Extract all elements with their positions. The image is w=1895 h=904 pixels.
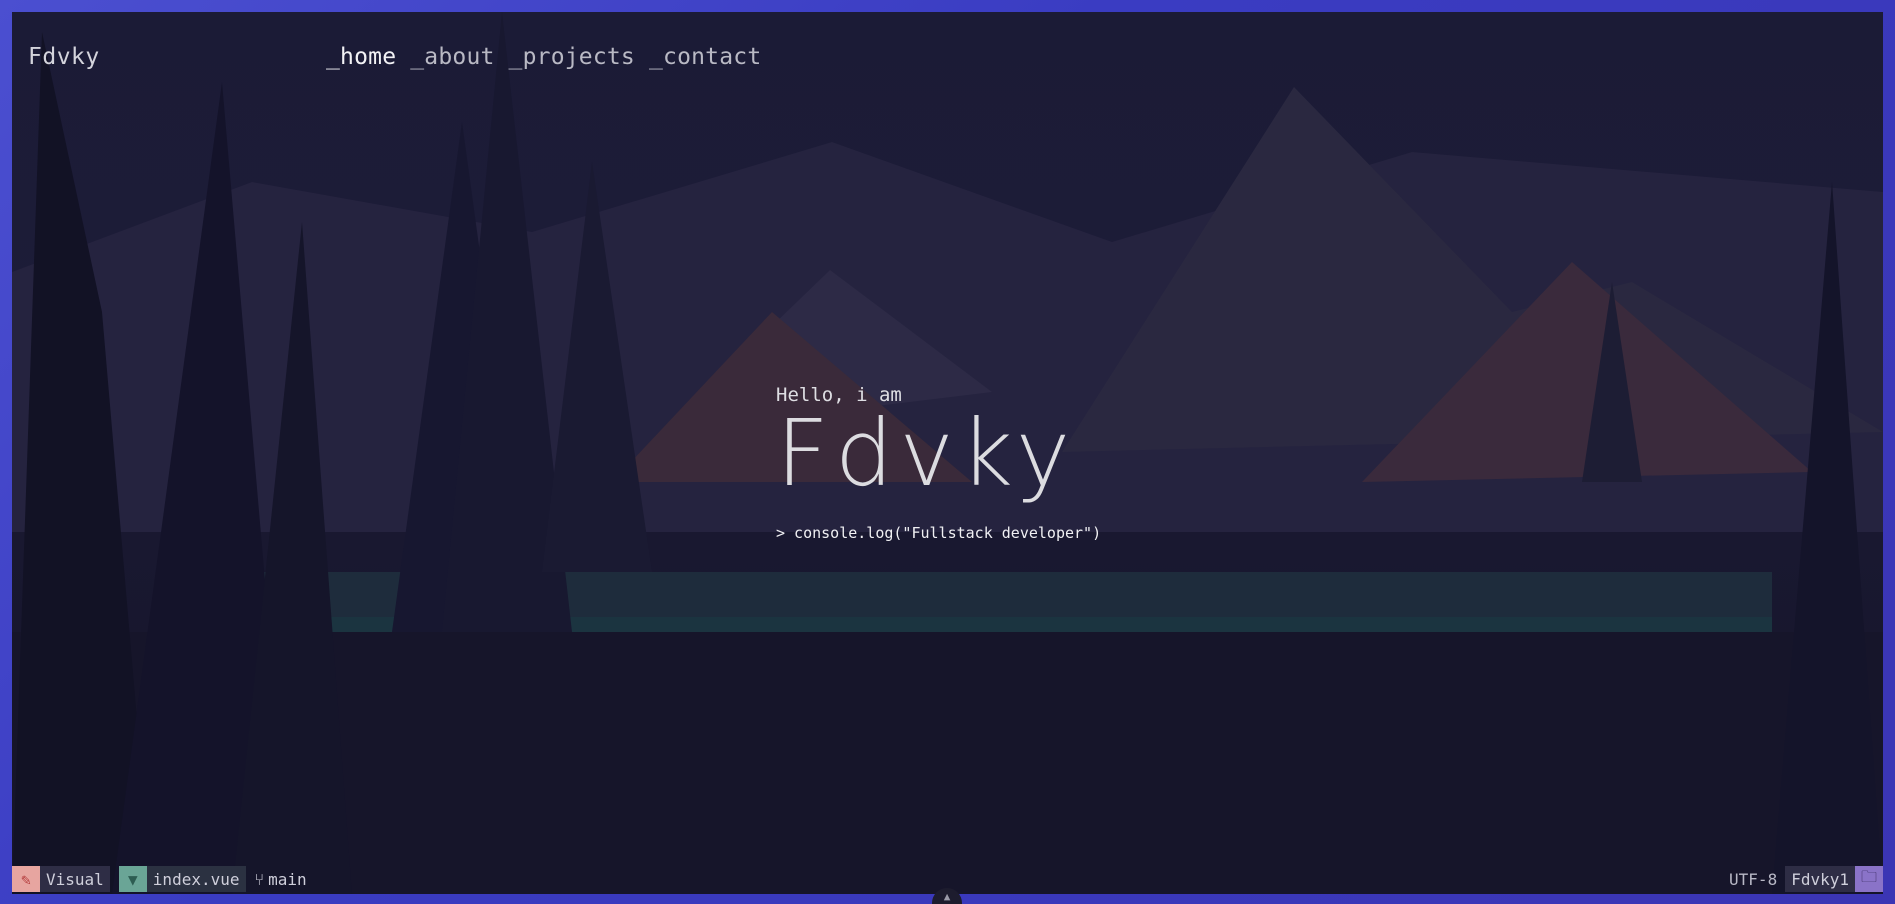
nav-item-contact[interactable]: _contact: [649, 44, 761, 70]
file-indicator[interactable]: ▼ index.vue: [118, 866, 246, 892]
hero-name: Fdvky: [776, 400, 1077, 507]
nav-menu: _home _about _projects _contact: [326, 44, 761, 70]
status-right: UTF-8 Fdvky1 🗀: [1721, 866, 1883, 892]
vue-icon: ▼: [118, 866, 147, 892]
folder-icon[interactable]: 🗀: [1855, 866, 1883, 892]
git-branch-icon: ⑂: [254, 869, 265, 889]
nav-item-home[interactable]: _home: [326, 44, 396, 70]
user-label[interactable]: Fdvky1: [1785, 866, 1855, 892]
hero-section: Hello, i am Fdvky > console.log("Fullsta…: [776, 384, 1101, 542]
nav-item-about[interactable]: _about: [410, 44, 494, 70]
app-window: Fdvky _home _about _projects _contact He…: [12, 12, 1883, 894]
mode-label: Visual: [40, 866, 110, 892]
file-label: index.vue: [146, 866, 246, 892]
branch-label: main: [268, 869, 307, 889]
mode-indicator[interactable]: ✎ Visual: [12, 866, 110, 892]
brush-icon: ✎: [12, 866, 40, 892]
branch-indicator[interactable]: ⑂ main: [255, 866, 307, 892]
nav-item-projects[interactable]: _projects: [509, 44, 635, 70]
hero-command: > console.log("Fullstack developer"): [776, 524, 1102, 542]
encoding-label: UTF-8: [1729, 869, 1778, 889]
brand-logo[interactable]: Fdvky: [28, 44, 100, 70]
top-navigation: Fdvky _home _about _projects _contact: [28, 34, 1883, 74]
